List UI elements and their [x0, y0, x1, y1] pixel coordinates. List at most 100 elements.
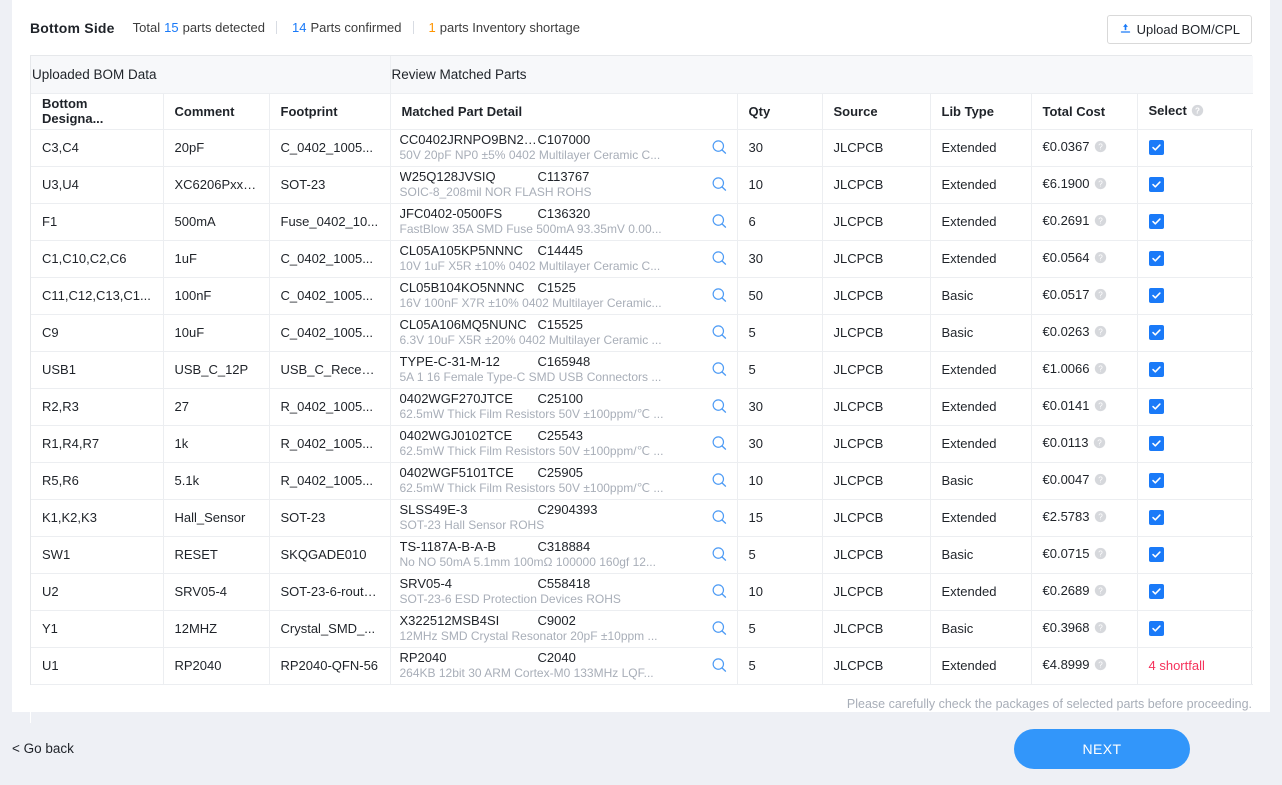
table-row[interactable]: R5,R6 5.1k R_0402_1005... 0402WGF5101TCE C25… — [31, 462, 1254, 500]
cell-select[interactable] — [1137, 203, 1254, 241]
magnifier-search-icon[interactable] — [707, 505, 733, 531]
total-cost-text: €0.0715 — [1042, 546, 1090, 561]
column-header-select[interactable]: Select? — [1137, 93, 1254, 130]
select-checkbox[interactable] — [1148, 287, 1164, 303]
table-row[interactable]: U2 SRV05-4 SOT-23-6-routa... SRV05-4 C558418… — [31, 573, 1254, 611]
help-circle-icon[interactable]: ? — [1191, 104, 1204, 120]
cell-select[interactable] — [1137, 129, 1254, 167]
select-checkbox[interactable] — [1148, 435, 1164, 451]
table-row[interactable]: R2,R3 27 R_0402_1005... 0402WGF270JTCE C2510… — [31, 388, 1254, 426]
cell-select[interactable] — [1137, 499, 1254, 537]
svg-text:?: ? — [1098, 142, 1103, 151]
help-circle-icon[interactable]: ? — [1094, 325, 1107, 341]
select-checkbox[interactable] — [1148, 250, 1164, 266]
magnifier-search-icon[interactable] — [707, 542, 733, 568]
help-circle-icon[interactable]: ? — [1094, 621, 1107, 637]
column-header-matched-part-detail[interactable]: Matched Part Detail — [390, 93, 738, 130]
cell-select[interactable] — [1137, 166, 1254, 204]
select-checkbox[interactable] — [1148, 398, 1164, 414]
magnifier-search-icon[interactable] — [707, 172, 733, 198]
select-checkbox[interactable] — [1148, 213, 1164, 229]
help-circle-icon[interactable]: ? — [1094, 584, 1107, 600]
help-circle-icon[interactable]: ? — [1094, 547, 1107, 563]
table-row[interactable]: R1,R4,R7 1k R_0402_1005... 0402WGJ0102TCE C2… — [31, 425, 1254, 463]
help-circle-icon[interactable]: ? — [1094, 251, 1107, 267]
magnifier-search-icon[interactable] — [707, 135, 733, 161]
cell-lib-type: Extended — [930, 240, 1032, 278]
magnifier-search-icon[interactable] — [707, 653, 733, 679]
table-row[interactable]: U1 RP2040 RP2040-QFN-56 RP2040 C2040 264KB 12… — [31, 647, 1254, 685]
table-column-header-row: Bottom Designa... Comment Footprint Matc… — [31, 93, 1254, 130]
select-checkbox[interactable] — [1148, 583, 1164, 599]
table-row[interactable]: K1,K2,K3 Hall_Sensor SOT-23 SLSS49E-3 C29043… — [31, 499, 1254, 537]
help-circle-icon[interactable]: ? — [1094, 473, 1107, 489]
magnifier-search-icon[interactable] — [707, 431, 733, 457]
matched-part-text: CL05B104KO5NNNC C1525 16V 100nF X7R ±10% 0… — [400, 280, 707, 311]
magnifier-search-icon[interactable] — [707, 579, 733, 605]
go-back-link[interactable]: < Go back — [12, 741, 74, 756]
table-row[interactable]: C3,C4 20pF C_0402_1005... CC0402JRNPO9BN200… — [31, 129, 1254, 167]
select-checkbox[interactable] — [1148, 176, 1164, 192]
cell-matched-part-detail: TYPE-C-31-M-12 C165948 5A 1 16 Female Type… — [390, 351, 738, 389]
magnifier-search-icon[interactable] — [707, 209, 733, 235]
help-circle-icon[interactable]: ? — [1094, 510, 1107, 526]
cell-select[interactable] — [1137, 573, 1254, 611]
select-checkbox[interactable] — [1148, 361, 1164, 377]
cell-select[interactable] — [1137, 425, 1254, 463]
footprint-text: R_0402_1005... — [280, 473, 374, 488]
column-header-designator[interactable]: Bottom Designa... — [31, 93, 164, 130]
table-row[interactable]: Y1 12MHZ Crystal_SMD_... X322512MSB4SI C9002… — [31, 610, 1254, 648]
help-circle-icon[interactable]: ? — [1094, 288, 1107, 304]
column-header-source[interactable]: Source — [822, 93, 931, 130]
cell-select[interactable] — [1137, 610, 1254, 648]
magnifier-search-icon[interactable] — [707, 357, 733, 383]
cell-select[interactable] — [1137, 388, 1254, 426]
cell-qty: 10 — [737, 462, 823, 500]
select-checkbox[interactable] — [1148, 546, 1164, 562]
help-circle-icon[interactable]: ? — [1094, 362, 1107, 378]
column-header-qty[interactable]: Qty — [737, 93, 823, 130]
magnifier-search-icon[interactable] — [707, 246, 733, 272]
table-row[interactable]: USB1 USB_C_12P USB_C_Recep... TYPE-C-31-M-1… — [31, 351, 1254, 389]
cell-select[interactable] — [1137, 536, 1254, 574]
cell-select[interactable] — [1137, 240, 1254, 278]
help-circle-icon[interactable]: ? — [1094, 214, 1107, 230]
table-row[interactable]: F1 500mA Fuse_0402_10... JFC0402-0500FS C136… — [31, 203, 1254, 241]
help-circle-icon[interactable]: ? — [1094, 399, 1107, 415]
magnifier-search-icon[interactable] — [707, 283, 733, 309]
cell-matched-part-detail: 0402WGF5101TCE C25905 62.5mW Thick Film Re… — [390, 462, 738, 500]
select-checkbox[interactable] — [1148, 472, 1164, 488]
cell-select[interactable] — [1137, 351, 1254, 389]
magnifier-search-icon[interactable] — [707, 616, 733, 642]
next-button[interactable]: NEXT — [1014, 728, 1190, 769]
select-checkbox[interactable] — [1148, 509, 1164, 525]
help-circle-icon[interactable]: ? — [1094, 177, 1107, 193]
column-header-comment[interactable]: Comment — [163, 93, 270, 130]
column-header-total-cost[interactable]: Total Cost — [1031, 93, 1138, 130]
select-checkbox[interactable] — [1148, 139, 1164, 155]
help-circle-icon[interactable]: ? — [1093, 436, 1106, 452]
svg-text:?: ? — [1098, 216, 1103, 225]
table-row[interactable]: SW1 RESET SKQGADE010 TS-1187A-B-A-B C318884 N… — [31, 536, 1254, 574]
select-checkbox[interactable] — [1148, 324, 1164, 340]
magnifier-search-icon[interactable] — [707, 320, 733, 346]
upload-bom-cpl-button[interactable]: Upload BOM/CPL — [1106, 15, 1252, 44]
comment-text: RESET — [174, 547, 218, 562]
magnifier-search-icon[interactable] — [707, 468, 733, 494]
cell-lib-type: Basic — [930, 314, 1032, 352]
column-header-lib-type[interactable]: Lib Type — [930, 93, 1032, 130]
cell-select[interactable] — [1137, 462, 1254, 500]
table-row[interactable]: C9 10uF C_0402_1005... CL05A106MQ5NUNC C1552… — [31, 314, 1254, 352]
part-number: RP2040 — [399, 650, 447, 665]
cell-select[interactable]: 4 shortfall — [1137, 647, 1254, 685]
magnifier-search-icon[interactable] — [707, 394, 733, 420]
column-header-footprint[interactable]: Footprint — [269, 93, 391, 130]
select-checkbox[interactable] — [1148, 620, 1164, 636]
table-row[interactable]: C11,C12,C13,C1... 100nF C_0402_1005... CL05… — [31, 277, 1254, 315]
help-circle-icon[interactable]: ? — [1094, 140, 1107, 156]
cell-select[interactable] — [1137, 314, 1254, 352]
help-circle-icon[interactable]: ? — [1094, 658, 1107, 674]
table-row[interactable]: U3,U4 XC6206Pxxx... SOT-23 W25Q128JVSIQ C113… — [31, 166, 1254, 204]
cell-select[interactable] — [1137, 277, 1254, 315]
table-row[interactable]: C1,C10,C2,C6 1uF C_0402_1005... CL05A105KP5… — [31, 240, 1254, 278]
